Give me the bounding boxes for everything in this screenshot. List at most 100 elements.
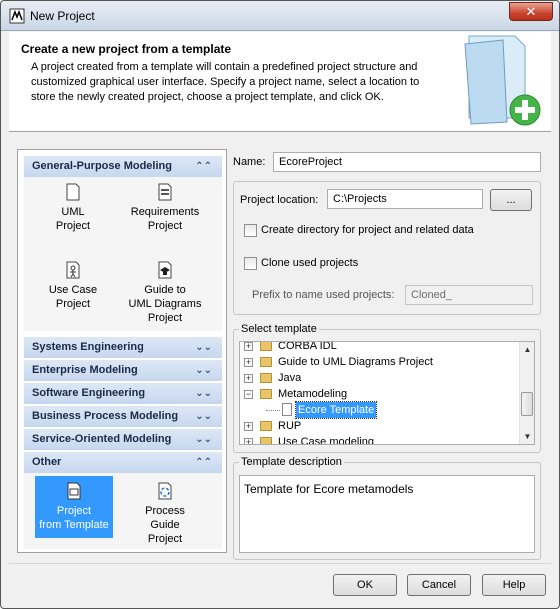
document-icon: [282, 403, 292, 416]
folder-icon: [260, 421, 272, 431]
category-business-process-modeling[interactable]: Business Process Modeling ⌄⌄: [24, 406, 222, 427]
tile-label: Requirements Project: [130, 206, 200, 232]
collapse-chevron-icon: ⌃⌃: [195, 161, 212, 172]
category-enterprise-modeling[interactable]: Enterprise Modeling ⌄⌄: [24, 360, 222, 381]
uml-document-icon: [66, 183, 80, 201]
category-label: General-Purpose Modeling: [32, 160, 172, 172]
window-title: New Project: [30, 9, 95, 23]
prefix-label: Prefix to name used projects:: [252, 289, 395, 301]
expand-icon[interactable]: +: [244, 342, 253, 351]
expand-icon[interactable]: +: [244, 374, 253, 383]
tree-row-java[interactable]: + Java: [240, 370, 520, 386]
expand-icon[interactable]: +: [244, 438, 253, 444]
category-label: Other: [32, 456, 62, 468]
help-button[interactable]: Help: [482, 574, 546, 596]
cancel-button[interactable]: Cancel: [407, 574, 471, 596]
close-button[interactable]: ✕: [509, 2, 553, 21]
collapse-icon[interactable]: −: [244, 390, 253, 399]
expand-icon[interactable]: +: [244, 422, 253, 431]
tile-label: Use Case Project: [48, 284, 98, 310]
tree-label: Use Case modeling: [278, 436, 374, 445]
category-panel: General-Purpose Modeling ⌃⌃ UML Project …: [17, 149, 227, 553]
general-purpose-tiles: UML Project Requirements Project Use Cas…: [24, 177, 222, 331]
expand-icon[interactable]: +: [244, 358, 253, 367]
tile-label: Project from Template: [39, 505, 109, 531]
tile-label: Process Guide Project: [145, 505, 185, 545]
scroll-down-arrow-icon[interactable]: ▼: [520, 429, 534, 444]
tile-requirements-project[interactable]: Requirements Project: [124, 183, 206, 233]
tree-label: RUP: [278, 420, 302, 432]
expand-chevron-icon: ⌄⌄: [195, 342, 212, 353]
category-software-engineering[interactable]: Software Engineering ⌄⌄: [24, 383, 222, 404]
category-label: Business Process Modeling: [32, 410, 179, 422]
tile-label: UML Project: [55, 206, 91, 232]
tree-row-use-case-modeling[interactable]: + Use Case modeling: [240, 434, 520, 445]
folder-open-icon: [260, 389, 272, 399]
graduation-cap-icon: [158, 261, 172, 279]
tree-row-corba-idl[interactable]: + CORBA IDL: [240, 341, 520, 354]
tile-use-case-project[interactable]: Use Case Project: [34, 261, 112, 311]
expand-chevron-icon: ⌄⌄: [195, 365, 212, 376]
tree-label: Java: [278, 372, 302, 384]
tree-scrollbar[interactable]: ▲ ▼: [519, 342, 534, 444]
category-systems-engineering[interactable]: Systems Engineering ⌄⌄: [24, 337, 222, 358]
ok-button[interactable]: OK: [333, 574, 397, 596]
tile-label: Guide to UML Diagrams Project: [128, 284, 202, 324]
select-template-legend: Select template: [239, 323, 319, 335]
browse-button[interactable]: ...: [490, 189, 532, 211]
folder-icon: [260, 357, 272, 367]
template-icon: [67, 482, 81, 500]
category-label: Software Engineering: [32, 387, 146, 399]
dialog-header: Create a new project from a template A p…: [9, 32, 551, 132]
expand-chevron-icon: ⌄⌄: [195, 388, 212, 399]
process-guide-icon: [158, 482, 172, 500]
clone-projects-checkbox[interactable]: [244, 257, 257, 270]
tree-label: Metamodeling: [278, 388, 348, 400]
tree-row-metamodeling[interactable]: − Metamodeling: [240, 386, 520, 402]
template-description-text: Template for Ecore metamodels: [239, 475, 535, 553]
category-label: Enterprise Modeling: [32, 364, 138, 376]
other-tiles: Project from Template Process Guide Proj…: [24, 473, 222, 549]
new-project-icon: [464, 35, 541, 126]
title-bar[interactable]: New Project ✕: [1, 1, 559, 31]
tree-label: Ecore Template: [294, 401, 378, 419]
tree-row-ecore-template[interactable]: Ecore Template: [240, 401, 520, 419]
footer-divider: [9, 563, 551, 564]
tile-uml-project[interactable]: UML Project: [34, 183, 112, 233]
tile-project-from-template[interactable]: Project from Template: [35, 476, 113, 538]
folder-icon: [260, 342, 272, 351]
name-label: Name:: [233, 156, 266, 168]
create-directory-label: Create directory for project and related…: [261, 224, 474, 236]
collapse-chevron-icon: ⌃⌃: [195, 457, 212, 468]
template-description-legend: Template description: [239, 456, 344, 468]
create-directory-checkbox[interactable]: [244, 224, 257, 237]
expand-chevron-icon: ⌄⌄: [195, 434, 212, 445]
category-label: Systems Engineering: [32, 341, 144, 353]
tree-row-rup[interactable]: + RUP: [240, 418, 520, 434]
project-location-label: Project location:: [240, 194, 319, 206]
requirements-icon: [158, 183, 172, 201]
tile-process-guide-project[interactable]: Process Guide Project: [124, 476, 206, 546]
new-project-dialog: New Project ✕ Create a new project from …: [0, 0, 560, 609]
scroll-up-arrow-icon[interactable]: ▲: [520, 342, 534, 357]
project-name-input[interactable]: EcoreProject: [273, 152, 541, 172]
app-icon: [9, 8, 25, 24]
expand-chevron-icon: ⌄⌄: [195, 411, 212, 422]
template-tree[interactable]: + CORBA IDL + Guide to UML Diagrams Proj…: [239, 341, 535, 445]
prefix-input: Cloned_: [405, 285, 533, 305]
tree-row-guide-uml[interactable]: + Guide to UML Diagrams Project: [240, 354, 520, 370]
project-location-input[interactable]: C:\Projects: [327, 189, 483, 209]
tree-label: CORBA IDL: [278, 341, 337, 352]
use-case-icon: [66, 261, 80, 279]
tile-guide-to-uml-diagrams[interactable]: Guide to UML Diagrams Project: [124, 261, 206, 325]
scroll-thumb[interactable]: [521, 392, 533, 416]
category-label: Service-Oriented Modeling: [32, 433, 172, 445]
category-general-purpose-modeling[interactable]: General-Purpose Modeling ⌃⌃: [24, 156, 222, 177]
clone-projects-label: Clone used projects: [261, 257, 359, 269]
folder-icon: [260, 373, 272, 383]
category-service-oriented-modeling[interactable]: Service-Oriented Modeling ⌄⌄: [24, 429, 222, 450]
tree-label: Guide to UML Diagrams Project: [278, 356, 433, 368]
header-description: A project created from a template will c…: [31, 61, 420, 103]
tree-connector: [266, 410, 280, 411]
category-other[interactable]: Other ⌃⌃: [24, 452, 222, 473]
